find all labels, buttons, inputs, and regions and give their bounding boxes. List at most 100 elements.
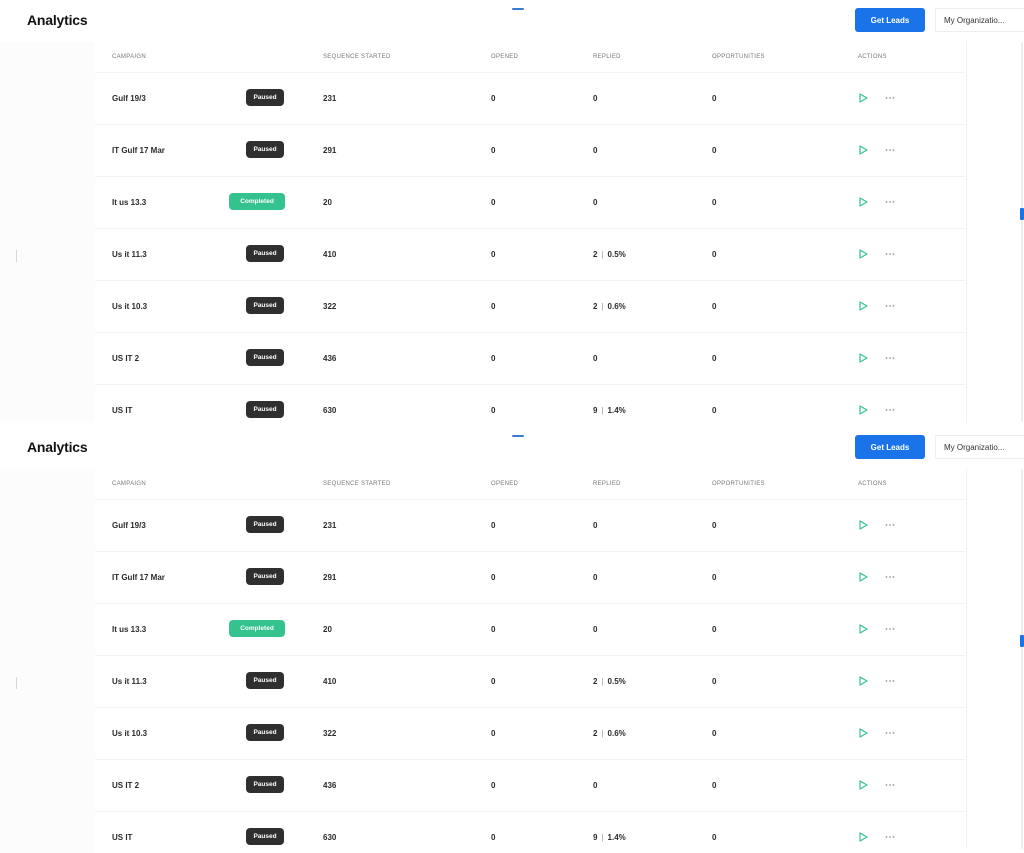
more-horizontal-icon[interactable]	[884, 92, 896, 104]
table-row[interactable]: Gulf 19/3 Paused 231 0 0 0	[95, 73, 965, 125]
table-row[interactable]: It us 13.3 Completed 20 0 0 0	[95, 177, 965, 229]
replied-value: 0	[593, 521, 598, 530]
status-badge: Paused	[246, 89, 284, 106]
replied-percent: 1.4%	[607, 406, 626, 415]
more-horizontal-icon[interactable]	[884, 675, 896, 687]
column-header: REPLIED	[593, 481, 621, 487]
opportunities-value: 0	[712, 781, 717, 790]
opportunities-value: 0	[712, 833, 717, 842]
sequence-started-value: 436	[323, 781, 337, 790]
more-horizontal-icon[interactable]	[884, 404, 896, 416]
play-icon[interactable]	[857, 404, 869, 416]
replied-cell: 0	[593, 625, 597, 634]
play-icon[interactable]	[857, 675, 869, 687]
table-row[interactable]: IT Gulf 17 Mar Paused 291 0 0 0	[95, 552, 965, 604]
play-icon[interactable]	[857, 623, 869, 635]
table-row[interactable]: US IT 2 Paused 436 0 0 0	[95, 760, 965, 812]
opened-value: 0	[491, 833, 496, 842]
more-horizontal-icon[interactable]	[884, 196, 896, 208]
campaign-name[interactable]: US IT	[112, 406, 132, 415]
campaign-name[interactable]: US IT 2	[112, 781, 139, 790]
campaign-name[interactable]: US IT 2	[112, 354, 139, 363]
sequence-started-value: 231	[323, 94, 337, 103]
scrollbar-thumb[interactable]	[1020, 635, 1024, 647]
more-horizontal-icon[interactable]	[884, 144, 896, 156]
more-horizontal-icon[interactable]	[884, 623, 896, 635]
campaign-name[interactable]: IT Gulf 17 Mar	[112, 146, 165, 155]
table-row[interactable]: Us it 10.3 Paused 322 0 2 | 0.6% 0	[95, 281, 965, 333]
scrollbar-track[interactable]	[1021, 42, 1023, 422]
sequence-started-value: 322	[323, 729, 337, 738]
more-horizontal-icon[interactable]	[884, 779, 896, 791]
opportunities-value: 0	[712, 302, 717, 311]
more-horizontal-icon[interactable]	[884, 352, 896, 364]
column-header: CAMPAIGN	[112, 481, 146, 487]
more-horizontal-icon[interactable]	[884, 571, 896, 583]
more-horizontal-icon[interactable]	[884, 248, 896, 260]
campaign-name[interactable]: Gulf 19/3	[112, 94, 146, 103]
campaign-name[interactable]: Gulf 19/3	[112, 521, 146, 530]
play-icon[interactable]	[857, 196, 869, 208]
opportunities-value: 0	[712, 198, 717, 207]
left-sidebar	[0, 42, 95, 423]
sequence-started-value: 436	[323, 354, 337, 363]
play-icon[interactable]	[857, 248, 869, 260]
replied-percent: 0.5%	[607, 250, 626, 259]
organization-dropdown[interactable]: My Organizatio...	[935, 8, 1024, 32]
opportunities-value: 0	[712, 406, 717, 415]
status-badge: Paused	[246, 401, 284, 418]
play-icon[interactable]	[857, 144, 869, 156]
scrollbar-thumb[interactable]	[1020, 208, 1024, 220]
table-row[interactable]: Us it 11.3 Paused 410 0 2 | 0.5% 0	[95, 229, 965, 281]
table-row[interactable]: US IT Paused 630 0 9 | 1.4% 0	[95, 812, 965, 853]
more-horizontal-icon[interactable]	[884, 727, 896, 739]
replied-cell: 0	[593, 781, 597, 790]
opened-value: 0	[491, 302, 496, 311]
play-icon[interactable]	[857, 571, 869, 583]
more-horizontal-icon[interactable]	[884, 519, 896, 531]
table-row[interactable]: IT Gulf 17 Mar Paused 291 0 0 0	[95, 125, 965, 177]
campaign-name[interactable]: Us it 10.3	[112, 302, 147, 311]
column-header: ACTIONS	[858, 54, 887, 60]
campaign-name[interactable]: IT Gulf 17 Mar	[112, 573, 165, 582]
sidebar-divider	[16, 677, 17, 689]
column-header: ACTIONS	[858, 481, 887, 487]
opportunities-value: 0	[712, 677, 717, 686]
play-icon[interactable]	[857, 352, 869, 364]
play-icon[interactable]	[857, 92, 869, 104]
play-icon[interactable]	[857, 300, 869, 312]
campaign-name[interactable]: Us it 11.3	[112, 250, 147, 259]
play-icon[interactable]	[857, 727, 869, 739]
play-icon[interactable]	[857, 779, 869, 791]
play-icon[interactable]	[857, 519, 869, 531]
scrollbar-track[interactable]	[1021, 469, 1023, 849]
table-row[interactable]: Us it 10.3 Paused 322 0 2 | 0.6% 0	[95, 708, 965, 760]
table-row[interactable]: Us it 11.3 Paused 410 0 2 | 0.5% 0	[95, 656, 965, 708]
campaign-name[interactable]: It us 13.3	[112, 625, 146, 634]
organization-dropdown[interactable]: My Organizatio...	[935, 435, 1024, 459]
table-header: CAMPAIGN SEQUENCE STARTED OPENED REPLIED OPP…	[95, 42, 965, 73]
replied-value: 9	[593, 833, 598, 842]
column-header: CAMPAIGN	[112, 54, 146, 60]
campaign-name[interactable]: It us 13.3	[112, 198, 146, 207]
table-row[interactable]: US IT Paused 630 0 9 | 1.4% 0	[95, 385, 965, 423]
campaigns-table: CAMPAIGN SEQUENCE STARTED OPENED REPLIED OPP…	[95, 42, 965, 423]
replied-percent: 0.6%	[607, 302, 626, 311]
more-horizontal-icon[interactable]	[884, 831, 896, 843]
table-row[interactable]: Gulf 19/3 Paused 231 0 0 0	[95, 500, 965, 552]
status-badge: Paused	[246, 141, 284, 158]
table-row[interactable]: It us 13.3 Completed 20 0 0 0	[95, 604, 965, 656]
opened-value: 0	[491, 406, 496, 415]
table-row[interactable]: US IT 2 Paused 436 0 0 0	[95, 333, 965, 385]
campaign-name[interactable]: Us it 10.3	[112, 729, 147, 738]
replied-value: 0	[593, 573, 598, 582]
campaign-name[interactable]: US IT	[112, 833, 132, 842]
get-leads-button[interactable]: Get Leads	[855, 435, 925, 459]
sequence-started-value: 630	[323, 833, 337, 842]
play-icon[interactable]	[857, 831, 869, 843]
more-horizontal-icon[interactable]	[884, 300, 896, 312]
campaign-name[interactable]: Us it 11.3	[112, 677, 147, 686]
replied-separator: |	[601, 729, 604, 738]
get-leads-button[interactable]: Get Leads	[855, 8, 925, 32]
replied-separator: |	[601, 302, 604, 311]
